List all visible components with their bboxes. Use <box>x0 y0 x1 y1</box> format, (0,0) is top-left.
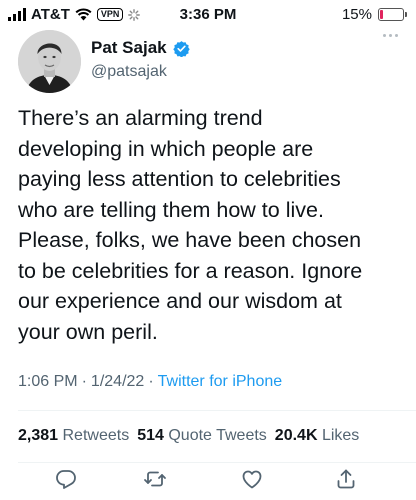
status-bar: AT&T VPN 3:36 PM 15% <box>0 0 416 30</box>
tweet-action-bar <box>0 467 416 495</box>
retweet-icon[interactable] <box>143 467 167 496</box>
quotes-count: 514 <box>137 427 164 444</box>
meta-separator: · <box>148 373 154 390</box>
author-name-row: Pat Sajak <box>91 38 190 58</box>
status-right: 15% <box>341 6 407 23</box>
tweet-author: Pat Sajak @patsajak <box>91 38 190 81</box>
tweet-date: 1/24/22 <box>90 373 145 390</box>
author-handle[interactable]: @patsajak <box>91 63 190 81</box>
divider <box>18 410 416 411</box>
quotes-label: Quote Tweets <box>168 427 267 444</box>
retweets-count: 2,381 <box>18 427 59 444</box>
more-options-icon[interactable] <box>383 34 398 37</box>
avatar[interactable] <box>18 30 81 93</box>
avatar-portrait <box>18 30 81 93</box>
author-name[interactable]: Pat Sajak <box>91 38 167 58</box>
reply-icon[interactable] <box>54 467 78 496</box>
tweet-time: 1:06 PM <box>18 373 78 390</box>
likes-count: 20.4K <box>274 427 318 444</box>
divider <box>18 462 416 463</box>
retweets-label: Retweets <box>62 427 130 444</box>
tweet-timestamp: 1:06 PM · 1/24/22 · Twitter for iPhone <box>18 373 282 391</box>
retweets-count-link[interactable]: 2,381 Retweets <box>18 427 129 445</box>
battery-icon <box>378 8 407 21</box>
verified-badge-icon <box>172 40 190 57</box>
battery-fill <box>380 10 383 19</box>
tweet-source-link[interactable]: Twitter for iPhone <box>158 373 283 390</box>
likes-count-link[interactable]: 20.4K Likes <box>275 427 360 445</box>
battery-percent: 15% <box>341 6 372 23</box>
like-icon[interactable] <box>240 467 264 496</box>
share-icon[interactable] <box>334 467 358 496</box>
likes-label: Likes <box>321 427 360 444</box>
engagement-counts: 2,381 Retweets 514 Quote Tweets 20.4K Li… <box>18 427 359 445</box>
meta-separator: · <box>81 373 87 390</box>
tweet-text: There’s an alarming trend developing in … <box>18 106 363 344</box>
quotes-count-link[interactable]: 514 Quote Tweets <box>137 427 267 445</box>
